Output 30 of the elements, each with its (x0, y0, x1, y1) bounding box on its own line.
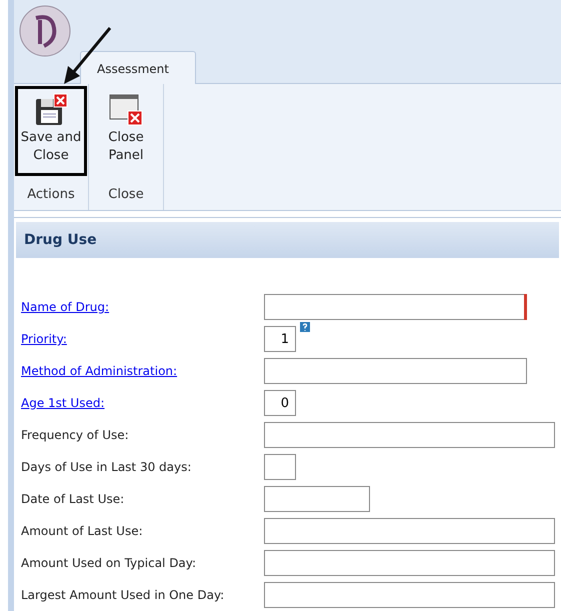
field-label: Date of Last Use: (21, 492, 124, 506)
field-label-link[interactable]: Age 1st Used: (21, 396, 105, 410)
text-field[interactable] (264, 454, 296, 480)
text-field[interactable] (264, 486, 370, 512)
field-label-link[interactable]: Method of Administration: (21, 364, 178, 378)
text-field[interactable] (264, 582, 555, 608)
help-icon[interactable] (300, 322, 310, 332)
field-label-link[interactable]: Priority: (21, 332, 67, 346)
floppy-disk-close-icon (34, 93, 68, 127)
text-field[interactable] (264, 518, 555, 544)
ribbon-button[interactable]: Save and Close (15, 86, 87, 176)
field-label: Amount of Last Use: (21, 524, 143, 538)
app-logo-icon (18, 4, 72, 58)
field-label-link[interactable]: Name of Drug: (21, 300, 110, 314)
window-close-icon (109, 93, 143, 127)
field-label: Days of Use in Last 30 days: (21, 460, 192, 474)
text-field[interactable] (264, 358, 527, 384)
group-label: Actions (26, 186, 76, 204)
ribbon-tab[interactable]: Assessment (80, 51, 196, 84)
text-field[interactable]: 0 (264, 390, 296, 416)
text-field[interactable]: 1 (264, 326, 296, 352)
text-field[interactable] (264, 294, 527, 320)
ribbon-button[interactable]: Close Panel (90, 86, 162, 176)
text-field[interactable] (264, 550, 555, 576)
group-label: Close (107, 186, 145, 204)
field-label: Frequency of Use: (21, 428, 129, 442)
panel-header: Drug Use (16, 222, 559, 258)
text-field[interactable] (264, 422, 555, 448)
field-label: Largest Amount Used in One Day: (21, 588, 224, 602)
field-label: Amount Used on Typical Day: (21, 556, 196, 570)
